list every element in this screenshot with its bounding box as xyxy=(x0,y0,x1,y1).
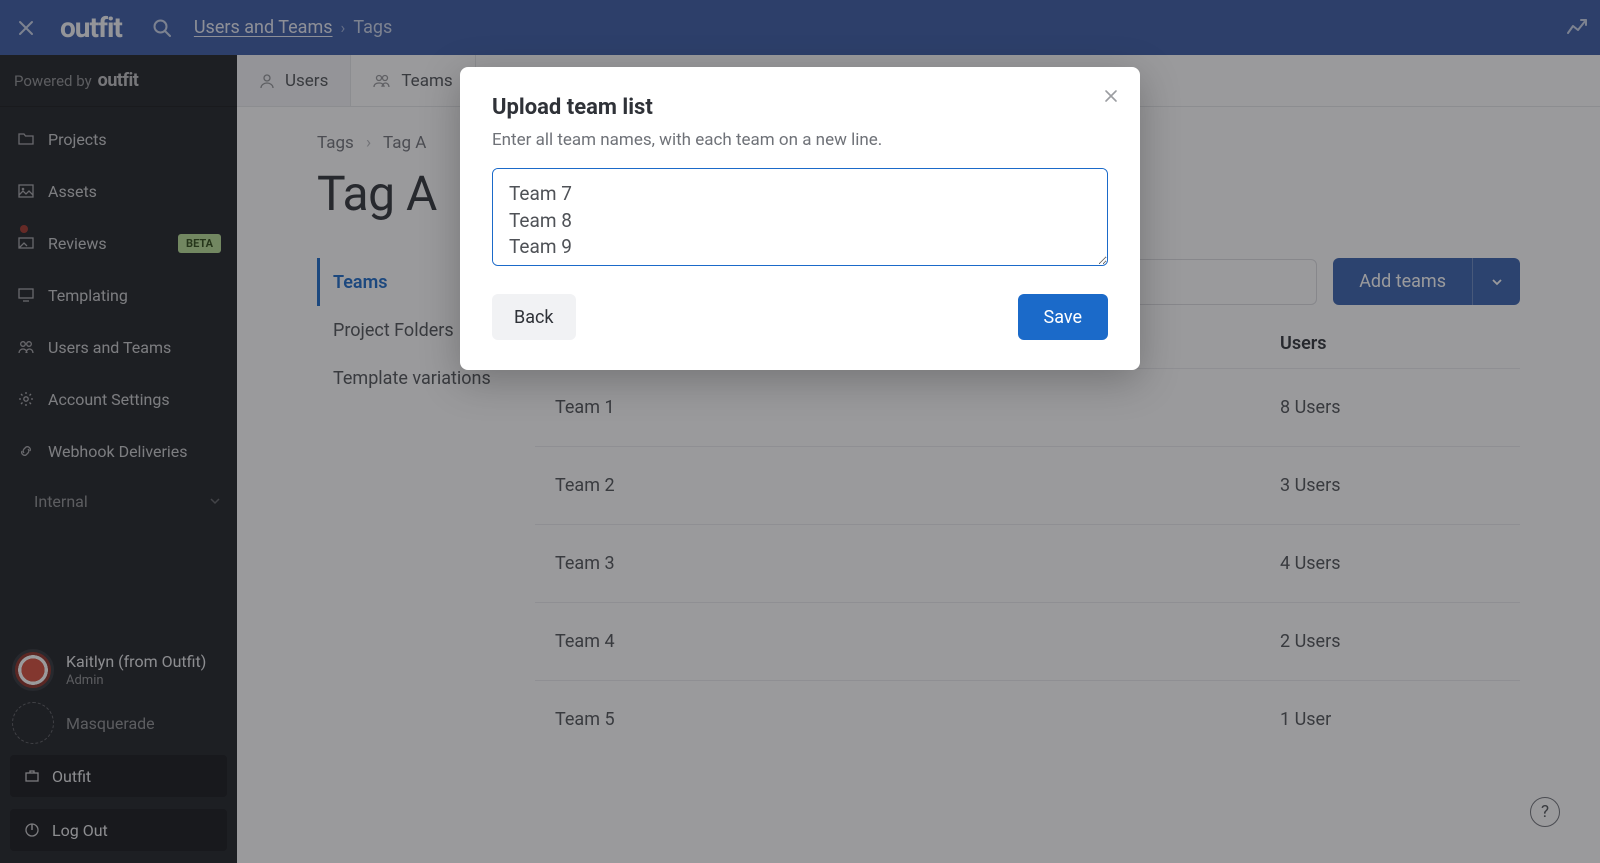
close-icon xyxy=(1104,89,1118,103)
team-list-textarea[interactable] xyxy=(492,168,1108,266)
upload-team-list-modal: Upload team list Enter all team names, w… xyxy=(460,67,1140,370)
modal-description: Enter all team names, with each team on … xyxy=(492,130,1108,150)
modal-title: Upload team list xyxy=(492,95,1108,120)
back-button[interactable]: Back xyxy=(492,294,576,340)
save-button[interactable]: Save xyxy=(1018,294,1109,340)
modal-close-button[interactable] xyxy=(1104,89,1118,103)
